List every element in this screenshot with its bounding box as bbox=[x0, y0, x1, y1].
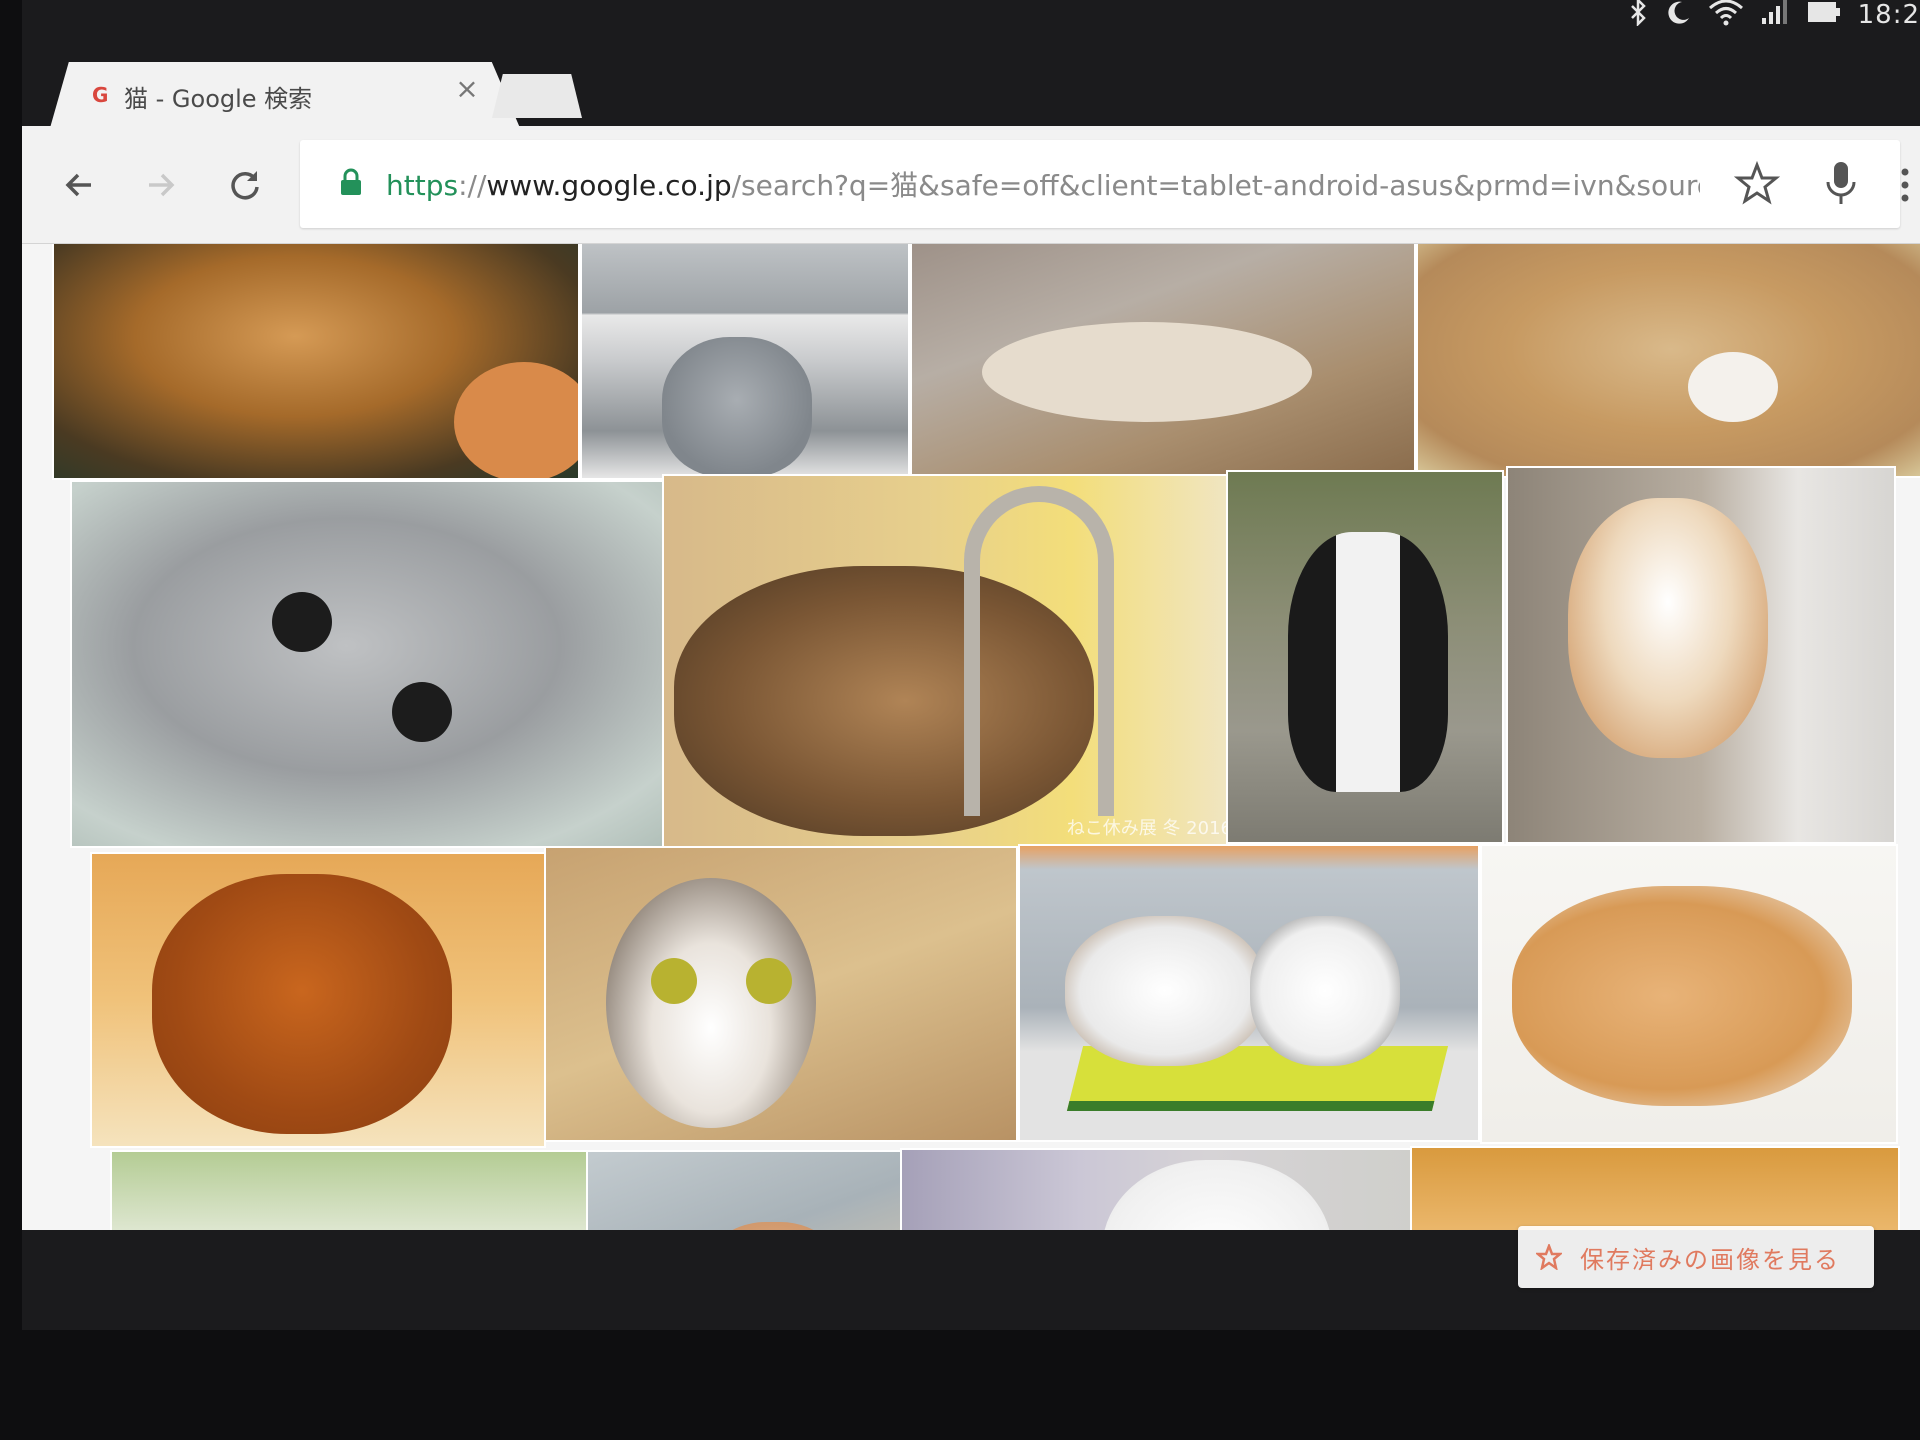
faucet-shape bbox=[964, 486, 1114, 816]
image-result[interactable] bbox=[1416, 244, 1920, 478]
kitten-ear-shape bbox=[698, 1222, 848, 1230]
image-result[interactable] bbox=[1018, 844, 1480, 1142]
ginger-kitten-shape bbox=[1512, 886, 1852, 1106]
image-result[interactable] bbox=[544, 846, 1018, 1142]
image-result[interactable] bbox=[580, 244, 910, 480]
image-result[interactable] bbox=[110, 1150, 588, 1230]
cat-eye-shape bbox=[746, 958, 792, 1004]
url-host: www.google.co.jp bbox=[486, 169, 732, 202]
saved-images-button[interactable]: 保存済みの画像を見る bbox=[1518, 1226, 1874, 1288]
android-navigation-bar bbox=[22, 1312, 1920, 1330]
tab-title: 猫 - Google 検索 bbox=[124, 85, 313, 113]
image-result[interactable] bbox=[1480, 844, 1898, 1144]
image-result[interactable] bbox=[70, 480, 684, 848]
paw-shape bbox=[1688, 352, 1778, 422]
gray-cat-shape bbox=[662, 337, 812, 477]
tablet-screen: 18:2 G 猫 - Google 検索 × https://www.googl… bbox=[22, 0, 1920, 1330]
black-white-cat-shape bbox=[1288, 532, 1448, 792]
reload-button[interactable] bbox=[222, 162, 268, 208]
star-icon bbox=[1536, 1244, 1562, 1270]
overflow-menu-button[interactable] bbox=[1890, 162, 1920, 208]
cat-face-shape bbox=[606, 878, 816, 1128]
cat-shape bbox=[1065, 916, 1265, 1066]
hand-shape bbox=[454, 362, 578, 478]
image-result[interactable] bbox=[1506, 466, 1896, 844]
url-path: /search?q=猫&safe=off&client=tablet-andro… bbox=[731, 169, 1700, 202]
status-bar: 18:2 bbox=[22, 0, 1920, 40]
image-result[interactable] bbox=[52, 244, 580, 480]
image-result[interactable] bbox=[1226, 470, 1504, 844]
url-text[interactable]: https://www.google.co.jp/search?q=猫&safe… bbox=[386, 164, 1700, 204]
wifi-icon bbox=[1708, 0, 1744, 32]
microphone-icon bbox=[1826, 162, 1856, 204]
arrow-forward-icon bbox=[149, 173, 175, 197]
image-results-grid: ねこ休み展 冬 2016 bbox=[22, 244, 1920, 1230]
status-time: 18:2 bbox=[1857, 0, 1920, 30]
address-bar[interactable]: https://www.google.co.jp/search?q=猫&safe… bbox=[300, 140, 1900, 228]
kitten-eye-shape bbox=[392, 682, 452, 742]
tab-strip: G 猫 - Google 検索 × bbox=[22, 40, 1920, 128]
google-favicon-icon: G bbox=[92, 83, 109, 107]
battery-icon bbox=[1806, 0, 1842, 32]
url-scheme: https bbox=[386, 169, 459, 202]
do-not-disturb-icon bbox=[1664, 0, 1692, 32]
image-result[interactable] bbox=[910, 244, 1416, 478]
tab-active[interactable]: G 猫 - Google 検索 × bbox=[50, 62, 520, 128]
cat-eye-shape bbox=[651, 958, 697, 1004]
tab-close-button[interactable]: × bbox=[452, 74, 482, 104]
cellular-signal-icon bbox=[1760, 0, 1790, 32]
kitten-eye-shape bbox=[272, 592, 332, 652]
image-result[interactable]: ねこ休み展 冬 2016 bbox=[662, 474, 1248, 848]
bookmark-star-button[interactable] bbox=[1733, 160, 1781, 206]
status-icons: 18:2 bbox=[1630, 0, 1920, 30]
image-result[interactable] bbox=[900, 1148, 1412, 1230]
cat-body-shape bbox=[982, 322, 1312, 422]
cat-shape bbox=[1250, 916, 1400, 1066]
voice-search-button[interactable] bbox=[1818, 158, 1864, 208]
image-result[interactable] bbox=[586, 1150, 902, 1230]
lock-icon bbox=[341, 168, 361, 195]
star-outline-icon bbox=[1733, 160, 1781, 205]
lion-mane-cat-shape bbox=[152, 874, 452, 1134]
image-result[interactable] bbox=[90, 852, 546, 1148]
browser-toolbar: https://www.google.co.jp/search?q=猫&safe… bbox=[22, 126, 1920, 244]
white-cat-shape bbox=[1102, 1160, 1332, 1230]
saved-images-label: 保存済みの画像を見る bbox=[1580, 1245, 1840, 1274]
new-tab-button[interactable] bbox=[492, 74, 582, 118]
image-result[interactable] bbox=[1410, 1146, 1900, 1230]
arrow-back-icon bbox=[65, 173, 91, 197]
forward-button[interactable] bbox=[138, 162, 184, 208]
bluetooth-icon bbox=[1630, 0, 1648, 32]
more-vert-icon bbox=[1901, 168, 1909, 202]
reload-icon bbox=[231, 171, 259, 200]
back-button[interactable] bbox=[56, 162, 102, 208]
long-hair-cat-shape bbox=[1568, 498, 1768, 758]
url-separator: :// bbox=[458, 169, 487, 202]
image-caption: ねこ休み展 冬 2016 bbox=[1066, 818, 1232, 839]
